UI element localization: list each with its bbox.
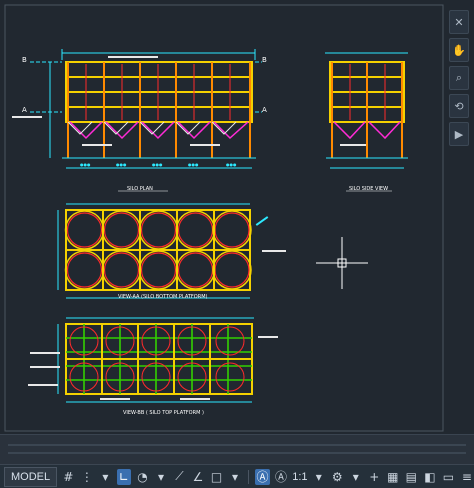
command-input-divider bbox=[8, 452, 466, 454]
orbit-icon[interactable]: ⟲ bbox=[449, 94, 469, 118]
osnap-dropdown-icon[interactable]: ▾ bbox=[228, 469, 243, 485]
view-aa-bottom-platform: VIEW-AA (SILO BOTTOM PLATFORM) bbox=[57, 203, 286, 300]
isolate-objects-icon[interactable]: ◧ bbox=[423, 469, 438, 485]
label-view-aa: VIEW-AA (SILO BOTTOM PLATFORM) bbox=[118, 294, 208, 300]
section-mark-b-right: B bbox=[262, 56, 267, 64]
section-mark-a-right: A bbox=[262, 106, 267, 114]
isodraft-icon[interactable]: ⟋ bbox=[172, 469, 187, 485]
drawing-svg: B B A A ●●● ●●● ●●● ●●● ●●● SILO PLAN SI… bbox=[4, 4, 444, 432]
clean-screen-icon[interactable]: ▭ bbox=[441, 469, 456, 485]
units-icon[interactable]: ▦ bbox=[386, 469, 401, 485]
svg-text:●●●: ●●● bbox=[80, 162, 91, 167]
section-mark-b-left: B bbox=[22, 56, 27, 64]
statusbar-separator bbox=[248, 469, 250, 484]
polar-dropdown-icon[interactable]: ▾ bbox=[154, 469, 169, 485]
silo-plan-elevation: B B A A ●●● ●●● ●●● ●●● ●●● SILO PLAN bbox=[12, 49, 267, 192]
pan-icon[interactable]: ✋ bbox=[449, 38, 469, 62]
polar-tracking-icon[interactable]: ◔ bbox=[135, 469, 150, 485]
svg-text:●●●: ●●● bbox=[152, 162, 163, 167]
quick-properties-icon[interactable]: ▤ bbox=[404, 469, 419, 485]
grid-display-icon[interactable]: # bbox=[61, 469, 76, 485]
navigation-bar: ✕ ✋ ⌕ ⟲ ▶ bbox=[447, 6, 469, 166]
snap-dropdown-icon[interactable]: ▾ bbox=[98, 469, 113, 485]
model-tab-button[interactable]: MODEL bbox=[4, 466, 58, 487]
command-history-divider bbox=[8, 444, 466, 446]
object-snap-icon[interactable]: □ bbox=[209, 469, 224, 485]
view-bb-top-platform: VIEW-BB ( SILO TOP PLATFORM ) bbox=[28, 317, 278, 416]
customize-menu-icon[interactable]: ≡ bbox=[460, 469, 474, 485]
annotation-scale[interactable]: 1:1 bbox=[292, 471, 307, 483]
svg-text:●●●: ●●● bbox=[188, 162, 199, 167]
label-view-bb: VIEW-BB ( SILO TOP PLATFORM ) bbox=[123, 410, 204, 416]
status-bar: MODEL # ⋮ ▾ ∟ ◔ ▾ ⟋ ∠ □ ▾ Ⓐ Ⓐ 1:1 ▾ ⚙ ▾ … bbox=[0, 464, 474, 488]
plus-icon[interactable]: + bbox=[367, 469, 382, 485]
workspace-gear-icon[interactable]: ⚙ bbox=[330, 469, 345, 485]
command-line[interactable] bbox=[0, 434, 474, 465]
crosshair-cursor bbox=[316, 237, 368, 289]
snap-mode-icon[interactable]: ⋮ bbox=[80, 469, 95, 485]
silo-side-view: SILO SIDE VIEW bbox=[325, 52, 408, 192]
auto-scale-icon[interactable]: Ⓐ bbox=[274, 469, 289, 485]
close-x-icon[interactable]: ✕ bbox=[449, 10, 469, 34]
object-snap-tracking-icon[interactable]: ∠ bbox=[191, 469, 206, 485]
annotation-visibility-icon[interactable]: Ⓐ bbox=[255, 468, 270, 485]
scale-dropdown-icon[interactable]: ▾ bbox=[312, 469, 327, 485]
svg-text:●●●: ●●● bbox=[226, 162, 237, 167]
ortho-mode-icon[interactable]: ∟ bbox=[116, 468, 132, 485]
drawing-canvas[interactable]: B B A A ●●● ●●● ●●● ●●● ●●● SILO PLAN SI… bbox=[0, 0, 474, 434]
workspace-dropdown-icon[interactable]: ▾ bbox=[349, 469, 364, 485]
section-mark-a-left: A bbox=[22, 106, 27, 114]
showmotion-icon[interactable]: ▶ bbox=[449, 122, 469, 146]
zoom-icon[interactable]: ⌕ bbox=[449, 66, 469, 90]
svg-text:●●●: ●●● bbox=[116, 162, 127, 167]
